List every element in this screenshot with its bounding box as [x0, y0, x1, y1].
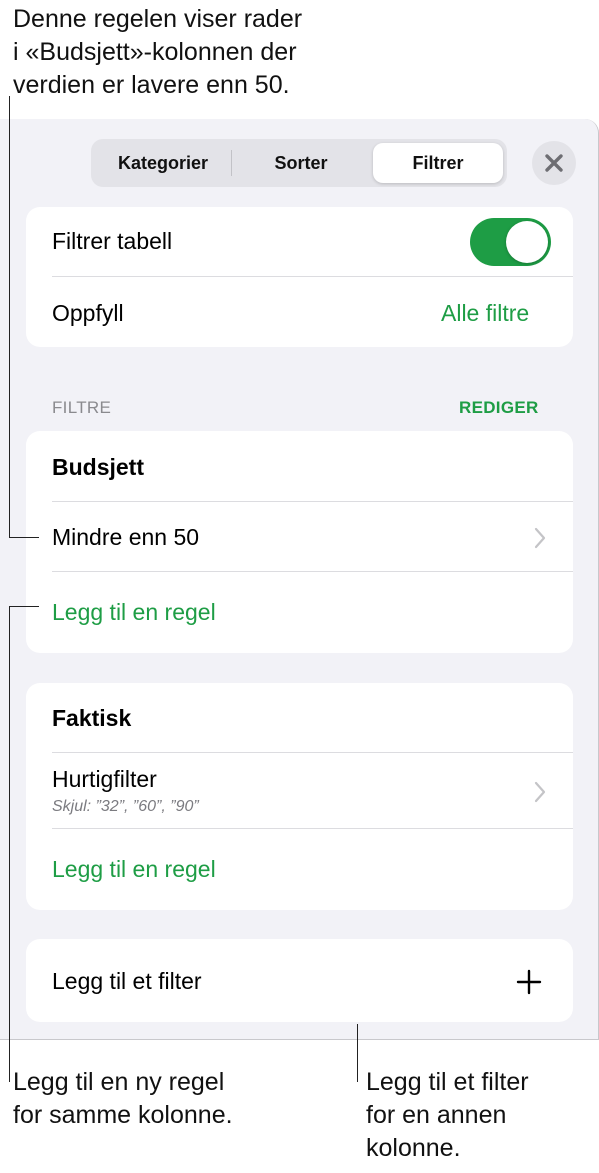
- fill-label: Oppfyll: [52, 300, 124, 326]
- divider: [52, 501, 573, 502]
- callout-leader-line: [357, 1024, 358, 1082]
- callout-leader-line: [9, 96, 10, 538]
- callout-leader-line: [9, 537, 39, 538]
- add-rule-button[interactable]: Legg til en regel: [52, 856, 216, 883]
- filter-rule-row[interactable]: Mindre enn 50: [52, 524, 199, 551]
- tab-filtrer[interactable]: Filtrer: [373, 143, 503, 183]
- tab-sorter[interactable]: Sorter: [233, 143, 369, 183]
- filter-rule-detail: Skjul: ”32”, ”60”, ”90”: [52, 798, 199, 815]
- chevron-right-icon: [534, 781, 546, 803]
- filters-header: FILTRE: [52, 398, 112, 417]
- callout-add-rule: Legg til en ny regel for samme kolonne.: [13, 1068, 233, 1129]
- add-filter-label: Legg til et filter: [52, 968, 202, 994]
- xmark-icon: [545, 154, 563, 172]
- tab-divider: [231, 150, 232, 176]
- divider: [52, 276, 573, 277]
- callout-add-filter: Legg til et filter for en annen kolonne.: [366, 1068, 529, 1162]
- toggle-knob: [506, 221, 548, 263]
- add-rule-button[interactable]: Legg til en regel: [52, 599, 216, 626]
- tab-bar: Kategorier Sorter Filtrer: [91, 139, 507, 187]
- divider: [52, 752, 573, 753]
- tab-kategorier[interactable]: Kategorier: [95, 143, 231, 183]
- edit-button[interactable]: REDIGER: [459, 398, 539, 418]
- plus-icon: [516, 969, 542, 995]
- callout-top: Denne regelen viser rader i «Budsjett»-k…: [13, 5, 303, 99]
- divider: [52, 571, 573, 572]
- close-button[interactable]: [532, 141, 576, 185]
- chevron-right-icon: [534, 527, 546, 549]
- fill-value-link[interactable]: Alle filtre: [441, 300, 529, 327]
- filter-column-title: Faktisk: [52, 705, 132, 731]
- divider: [52, 828, 573, 829]
- filter-table-toggle[interactable]: [470, 218, 551, 266]
- filter-column-title: Budsjett: [52, 454, 144, 480]
- filter-table-label: Filtrer tabell: [52, 228, 173, 254]
- callout-leader-line: [9, 606, 39, 607]
- callout-leader-line: [9, 606, 10, 1082]
- filter-rule-row[interactable]: Hurtigfilter: [52, 766, 157, 793]
